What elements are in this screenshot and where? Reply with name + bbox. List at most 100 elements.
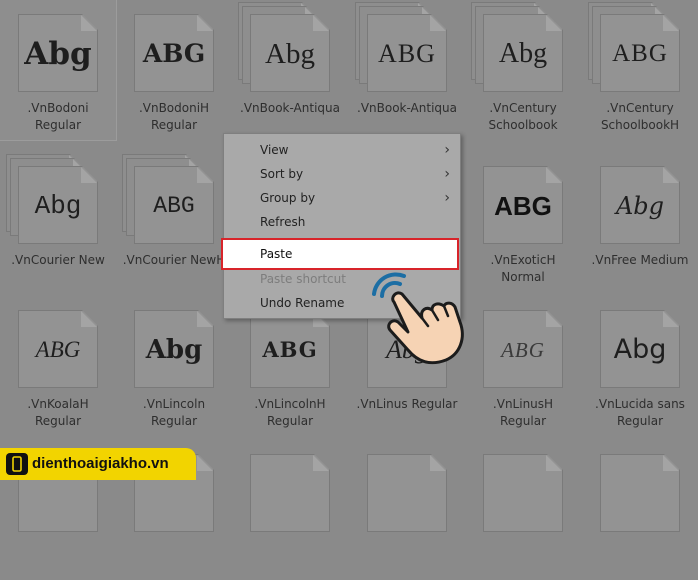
font-preview-page: Abg — [18, 14, 98, 92]
brand-watermark: dienthoaigiakho.vn — [0, 448, 196, 480]
font-file-tile[interactable] — [582, 440, 698, 580]
font-sample-text: Abg — [613, 334, 667, 365]
font-file-tile[interactable]: Abg .VnFree Medium — [582, 152, 698, 292]
page-fold — [81, 15, 97, 31]
font-file-icon: Abg — [14, 10, 100, 94]
pointing-hand-icon — [372, 272, 464, 365]
font-file-tile[interactable]: Abg .VnBodoni Regular — [0, 0, 117, 141]
font-file-icon — [363, 450, 449, 534]
font-file-name: .VnLucida sans Regular — [582, 396, 698, 430]
font-file-icon: Abg — [479, 10, 565, 94]
font-file-name-line: .VnLincolnH — [254, 397, 326, 411]
font-preview-page: ABG — [134, 166, 214, 244]
font-file-tile[interactable]: ABG .VnBook-Antiqua — [349, 0, 465, 140]
font-preview-page: ABG — [367, 14, 447, 92]
font-sample-text: ABG — [378, 39, 436, 68]
font-file-name: .VnBook-Antiqua — [349, 100, 465, 117]
menu-item-group-by-label: Group by — [260, 191, 316, 205]
menu-item-sort-by[interactable]: Sort by › — [224, 162, 460, 186]
font-file-tile[interactable]: ABG .VnKoalaH Regular — [0, 296, 116, 436]
menu-item-view[interactable]: View › — [224, 138, 460, 162]
font-file-icon — [246, 450, 332, 534]
font-preview-page: Abg — [134, 310, 214, 388]
menu-item-paste-label: Paste — [260, 247, 293, 261]
font-file-name-line: .VnLucida sans — [595, 397, 685, 411]
font-file-icon: Abg — [246, 10, 332, 94]
font-sample-text: ABG — [262, 337, 318, 362]
font-file-tile[interactable]: Abg .VnBook-Antiqua — [232, 0, 348, 140]
font-file-name: .VnBodoni Regular — [0, 100, 116, 134]
page-fold — [430, 15, 446, 31]
font-file-name-line: .VnCourier NewH — [122, 253, 226, 267]
font-file-tile[interactable] — [349, 440, 465, 580]
font-file-name: .VnLincoln Regular — [116, 396, 232, 430]
page-fold — [430, 455, 446, 471]
font-file-tile[interactable]: ABG .VnBodoniH Regular — [116, 0, 232, 140]
font-file-tile[interactable]: Abg .VnCentury Schoolbook — [465, 0, 581, 140]
font-file-name: .VnBook-Antiqua — [232, 100, 348, 117]
font-file-tile[interactable]: Abg .VnLincoln Regular — [116, 296, 232, 436]
page-fold — [197, 455, 213, 471]
font-file-name-line: Regular — [616, 414, 664, 428]
font-file-tile[interactable]: Abg .VnCourier New — [0, 152, 116, 292]
font-file-name: .VnCourier New — [0, 252, 116, 269]
font-preview-page: Abg — [18, 166, 98, 244]
font-file-tile[interactable]: ABG .VnCourier NewH — [116, 152, 232, 292]
font-file-tile[interactable]: Abg .VnLucida sans Regular — [582, 296, 698, 436]
font-file-name-line: Regular — [150, 414, 198, 428]
font-sample-text: ABG — [35, 337, 81, 362]
menu-item-group-by[interactable]: Group by › — [224, 186, 460, 210]
font-file-name: .VnCentury SchoolbookH — [582, 100, 698, 134]
font-file-name-line: .VnExoticH — [490, 253, 556, 267]
font-file-tile[interactable] — [232, 440, 348, 580]
font-preview-page: ABG — [134, 14, 214, 92]
font-file-name-line: Schoolbook — [488, 118, 558, 132]
font-preview-page — [600, 454, 680, 532]
font-file-name: .VnLinus Regular — [349, 396, 465, 413]
menu-item-refresh[interactable]: Refresh — [224, 210, 460, 234]
font-file-name-line: SchoolbookH — [600, 118, 680, 132]
font-sample-text: ABG — [142, 39, 206, 68]
font-file-name-line: Regular — [266, 414, 314, 428]
font-preview-page — [367, 454, 447, 532]
font-sample-text: ABG — [153, 193, 195, 219]
font-file-name-line: .VnLinusH — [492, 397, 554, 411]
page-fold — [81, 311, 97, 327]
font-file-name: .VnLinusH Regular — [465, 396, 581, 430]
font-preview-page: Abg — [600, 310, 680, 388]
font-file-name: .VnCentury Schoolbook — [465, 100, 581, 134]
font-sample-text: Abg — [145, 335, 203, 365]
font-file-icon: ABG — [479, 162, 565, 246]
font-sample-text: ABG — [494, 191, 552, 221]
font-preview-page: ABG — [18, 310, 98, 388]
font-file-name-line: .VnBook-Antiqua — [240, 101, 340, 115]
font-file-tile[interactable]: ABG .VnExoticH Normal — [465, 152, 581, 292]
font-file-name-line: Regular — [150, 118, 198, 132]
font-file-name-line: .VnCentury — [606, 101, 674, 115]
font-preview-page: ABG — [600, 14, 680, 92]
font-file-tile[interactable] — [465, 440, 581, 580]
font-file-name: .VnLincolnH Regular — [232, 396, 348, 430]
page-fold — [546, 311, 562, 327]
page-fold — [663, 15, 679, 31]
font-file-icon: Abg — [14, 162, 100, 246]
font-file-name-line: .VnFree Medium — [591, 253, 689, 267]
font-sample-text: Abg — [24, 36, 92, 72]
font-file-icon — [596, 450, 682, 534]
font-file-icon: Abg — [596, 162, 682, 246]
font-preview-page: Abg — [483, 14, 563, 92]
chevron-right-icon: › — [444, 166, 450, 182]
font-file-name-line: .VnCentury — [489, 101, 557, 115]
menu-item-paste-shortcut-label: Paste shortcut — [260, 272, 346, 286]
font-file-tile[interactable]: ABG .VnCentury SchoolbookH — [582, 0, 698, 140]
page-fold — [313, 455, 329, 471]
phone-logo-icon — [6, 453, 28, 475]
page-fold — [546, 167, 562, 183]
font-file-icon: Abg — [596, 306, 682, 390]
font-file-tile[interactable]: ABG .VnLinusH Regular — [465, 296, 581, 436]
font-file-icon: ABG — [479, 306, 565, 390]
page-fold — [197, 311, 213, 327]
font-file-name-line: Regular — [34, 414, 82, 428]
page-fold — [313, 15, 329, 31]
chevron-right-icon: › — [444, 190, 450, 206]
